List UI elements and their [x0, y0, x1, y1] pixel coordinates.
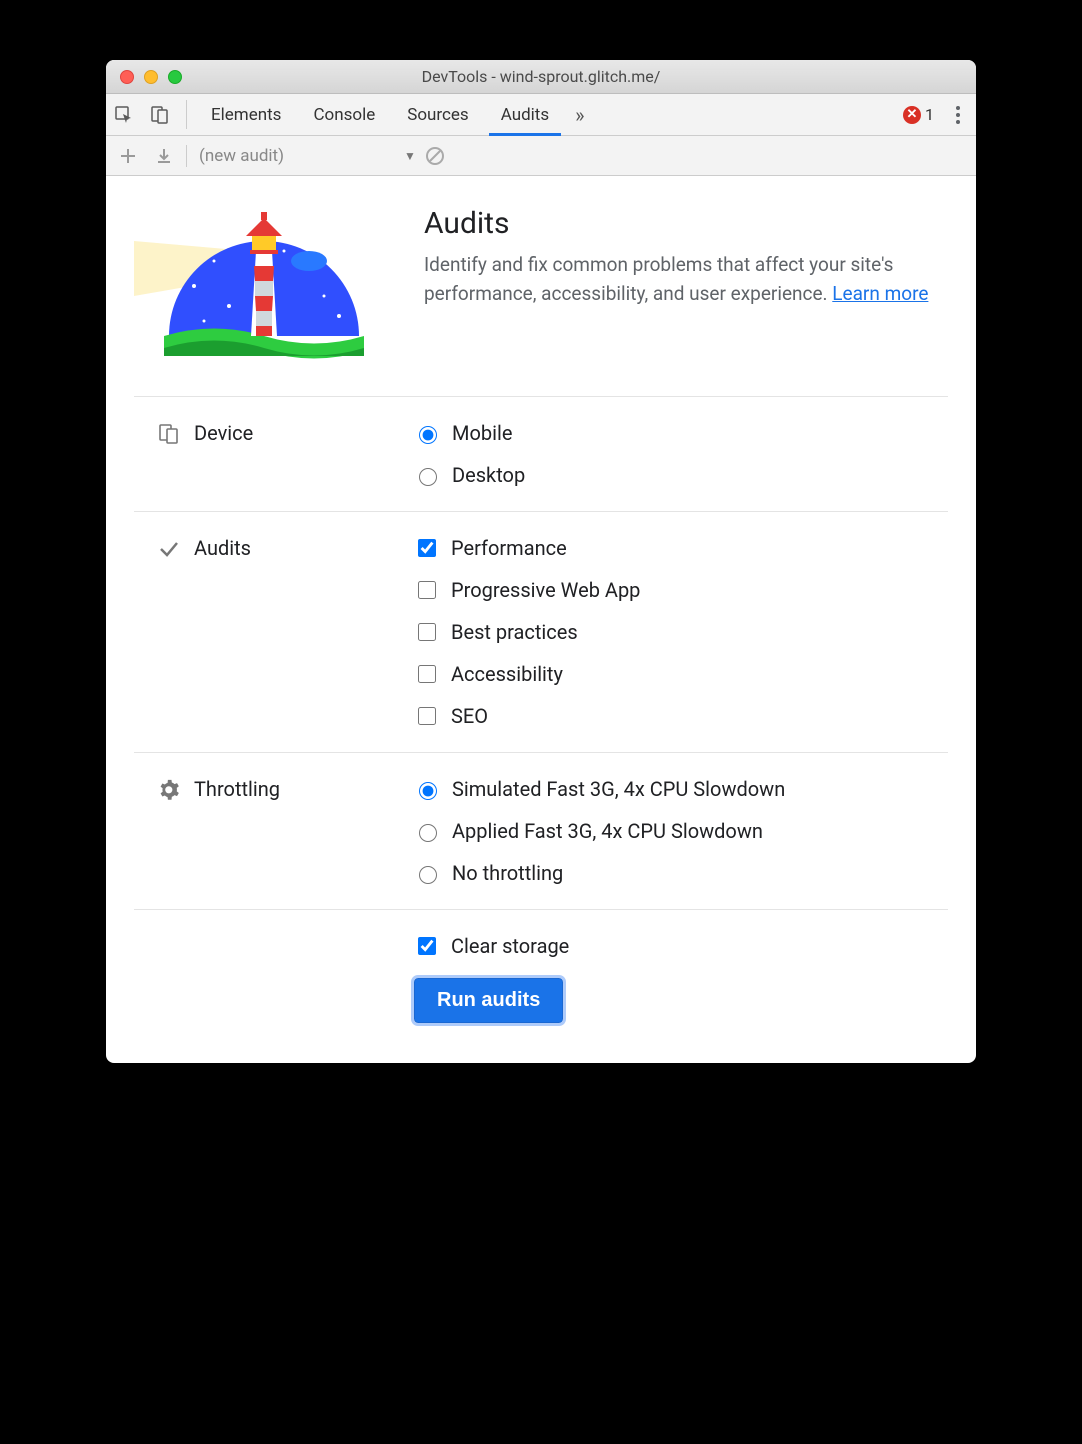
- audit-select-dropdown[interactable]: (new audit) ▼: [195, 146, 416, 166]
- device-mobile-option[interactable]: Mobile: [414, 421, 948, 445]
- throttling-2-label: No throttling: [452, 861, 563, 885]
- clear-storage-option[interactable]: Clear storage: [414, 934, 569, 958]
- audits-toolbar: (new audit) ▼: [106, 136, 976, 176]
- audit-best-practices-checkbox[interactable]: [418, 623, 436, 641]
- run-row: Clear storage Run audits: [134, 910, 948, 1023]
- clear-icon[interactable]: [424, 145, 446, 167]
- download-icon[interactable]: [150, 142, 178, 170]
- tab-console[interactable]: Console: [297, 94, 391, 135]
- check-icon: [158, 538, 180, 560]
- section-audits: Audits Performance Progressive Web App Bes…: [134, 512, 948, 753]
- toggle-device-icon[interactable]: [142, 94, 178, 135]
- run-audits-button[interactable]: Run audits: [414, 978, 563, 1023]
- error-count-badge[interactable]: ✕ 1: [897, 94, 940, 135]
- devtools-tabbar: Elements Console Sources Audits » ✕ 1: [106, 94, 976, 136]
- audit-accessibility-label: Accessibility: [451, 662, 563, 686]
- throttling-2-radio[interactable]: [419, 866, 437, 884]
- section-device: Device Mobile Desktop: [134, 397, 948, 512]
- audit-select-label: (new audit): [199, 146, 284, 166]
- throttling-1-label: Applied Fast 3G, 4x CPU Slowdown: [452, 819, 763, 843]
- learn-more-link[interactable]: Learn more: [832, 282, 928, 305]
- throttling-label: Throttling: [194, 777, 280, 801]
- section-throttling: Throttling Simulated Fast 3G, 4x CPU Slo…: [134, 753, 948, 910]
- device-desktop-option[interactable]: Desktop: [414, 463, 948, 487]
- throttling-1-option[interactable]: Applied Fast 3G, 4x CPU Slowdown: [414, 819, 948, 843]
- audits-label: Audits: [194, 536, 251, 560]
- error-icon: ✕: [903, 106, 921, 124]
- settings-menu-icon[interactable]: [940, 94, 976, 135]
- tab-more[interactable]: »: [565, 94, 594, 135]
- audit-seo-label: SEO: [451, 704, 488, 728]
- throttling-0-label: Simulated Fast 3G, 4x CPU Slowdown: [452, 777, 785, 801]
- clear-storage-label: Clear storage: [451, 934, 569, 958]
- audit-accessibility-checkbox[interactable]: [418, 665, 436, 683]
- audit-seo-option[interactable]: SEO: [414, 704, 948, 728]
- devtools-window: DevTools - wind-sprout.glitch.me/ Elemen…: [106, 60, 976, 1063]
- device-desktop-radio[interactable]: [419, 468, 437, 486]
- divider: [186, 100, 187, 129]
- audit-best-practices-label: Best practices: [451, 620, 578, 644]
- audit-performance-option[interactable]: Performance: [414, 536, 948, 560]
- gear-icon: [158, 779, 180, 801]
- error-count: 1: [925, 105, 934, 124]
- lighthouse-illustration: [134, 206, 384, 366]
- audit-performance-label: Performance: [451, 536, 567, 560]
- divider: [186, 145, 187, 167]
- device-label: Device: [194, 421, 253, 445]
- hero-description: Identify and fix common problems that af…: [424, 251, 948, 308]
- audit-seo-checkbox[interactable]: [418, 707, 436, 725]
- device-mobile-label: Mobile: [452, 421, 512, 445]
- hero-description-text: Identify and fix common problems that af…: [424, 253, 893, 305]
- tab-elements[interactable]: Elements: [195, 94, 297, 135]
- device-desktop-label: Desktop: [452, 463, 525, 487]
- throttling-1-radio[interactable]: [419, 824, 437, 842]
- clear-storage-checkbox[interactable]: [418, 937, 436, 955]
- audit-progressive-web-app-checkbox[interactable]: [418, 581, 436, 599]
- tab-sources[interactable]: Sources: [391, 94, 484, 135]
- throttling-0-radio[interactable]: [419, 782, 437, 800]
- new-audit-icon[interactable]: [114, 142, 142, 170]
- audit-performance-checkbox[interactable]: [418, 539, 436, 557]
- throttling-0-option[interactable]: Simulated Fast 3G, 4x CPU Slowdown: [414, 777, 948, 801]
- hero-text: Audits Identify and fix common problems …: [424, 206, 948, 366]
- device-icon: [158, 423, 180, 445]
- page-title: Audits: [424, 206, 948, 241]
- audit-best-practices-option[interactable]: Best practices: [414, 620, 948, 644]
- audit-progressive-web-app-option[interactable]: Progressive Web App: [414, 578, 948, 602]
- window-title: DevTools - wind-sprout.glitch.me/: [106, 67, 976, 86]
- device-mobile-radio[interactable]: [419, 426, 437, 444]
- titlebar: DevTools - wind-sprout.glitch.me/: [106, 60, 976, 94]
- chevron-down-icon: ▼: [404, 149, 416, 163]
- tab-audits[interactable]: Audits: [485, 94, 565, 135]
- hero: Audits Identify and fix common problems …: [134, 206, 948, 397]
- inspect-element-icon[interactable]: [106, 94, 142, 135]
- audits-panel: Audits Identify and fix common problems …: [106, 176, 976, 1063]
- throttling-2-option[interactable]: No throttling: [414, 861, 948, 885]
- audit-accessibility-option[interactable]: Accessibility: [414, 662, 948, 686]
- audit-progressive-web-app-label: Progressive Web App: [451, 578, 640, 602]
